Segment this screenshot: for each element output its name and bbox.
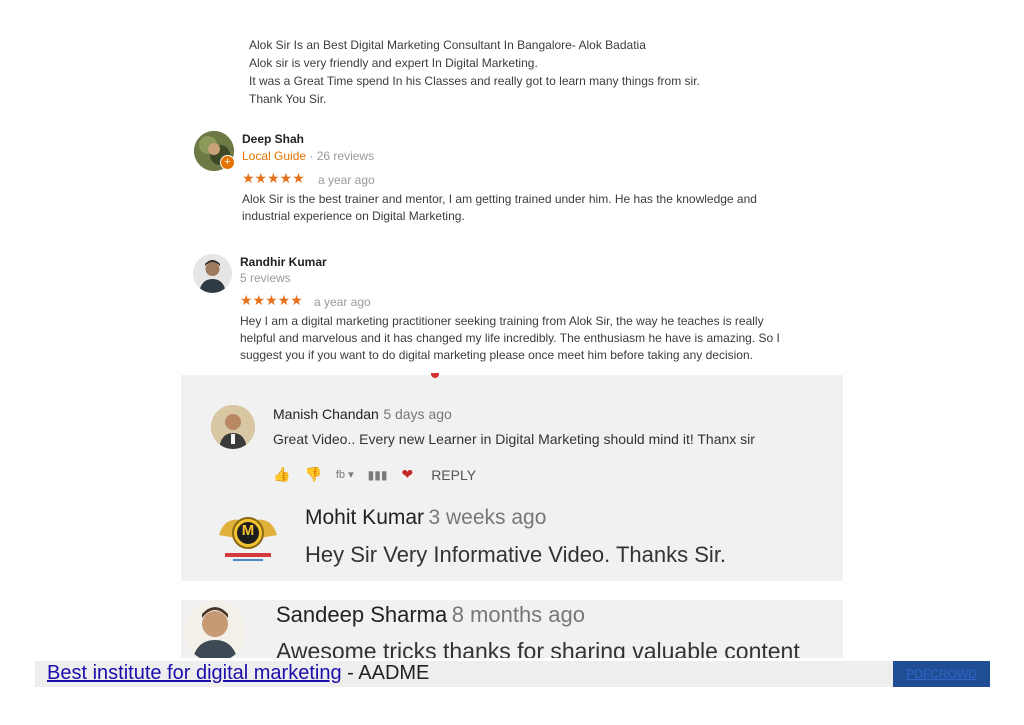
review-line: Hey I am a digital marketing practitione… <box>240 314 764 328</box>
review-line: It was a Great Time spend In his Classes… <box>249 74 700 88</box>
comment-time[interactable]: 3 weeks ago <box>429 506 547 529</box>
star-rating: ★★★★★ <box>242 170 305 186</box>
pdfcrowd-badge[interactable]: PDFCROWD <box>893 661 990 687</box>
thumbs-down-icon[interactable]: 👎 <box>304 466 321 483</box>
reviewer-name[interactable]: Randhir Kumar <box>240 255 327 269</box>
review-line: industrial experience on Digital Marketi… <box>242 209 465 223</box>
avatar-photo <box>184 600 246 658</box>
commenter-name[interactable]: Mohit Kumar <box>305 506 424 529</box>
youtube-comment-card: Sandeep Sharma 8 months ago Awesome tric… <box>181 600 843 658</box>
heart-fragment-icon <box>431 373 439 378</box>
avatar[interactable] <box>184 600 246 658</box>
thumbs-up-icon[interactable]: 👍 <box>273 466 290 483</box>
review-line: Alok Sir Is an Best Digital Marketing Co… <box>249 38 646 52</box>
footer-bar: Best institute for digital marketing - A… <box>35 661 990 687</box>
avatar[interactable]: M <box>215 505 281 565</box>
comment-actions: 👍 👎 fb ▾ ▮▮▮ ❤ REPLY <box>273 466 476 483</box>
review-line: helpful and marvelous and it has changed… <box>240 331 780 345</box>
local-guide-badge-icon: + <box>220 155 235 170</box>
star-rating: ★★★★★ <box>240 292 303 308</box>
translate-icon[interactable]: fb ▾ <box>336 468 354 481</box>
review-count: 5 reviews <box>240 271 291 285</box>
avatar-photo <box>211 405 255 449</box>
review-line: Alok Sir is the best trainer and mentor,… <box>242 192 757 206</box>
local-guide-label: Local Guide <box>242 149 307 163</box>
review-line: Thank You Sir. <box>249 92 327 106</box>
review-count: · 26 reviews <box>306 149 375 163</box>
footer-link[interactable]: Best institute for digital marketing <box>47 662 342 684</box>
review-time: a year ago <box>314 295 371 309</box>
review-line: suggest you if you want to do digital ma… <box>240 348 753 362</box>
comment-header: Mohit Kumar 3 weeks ago <box>305 506 546 530</box>
review-time: a year ago <box>318 173 375 187</box>
footer-text: Best institute for digital marketing - A… <box>47 662 429 685</box>
comment-time[interactable]: 8 months ago <box>452 602 585 627</box>
youtube-comments-panel: Manish Chandan 5 days ago Great Video.. … <box>181 373 843 581</box>
reply-button[interactable]: REPLY <box>431 467 476 483</box>
review-line: Alok sir is very friendly and expert In … <box>249 56 538 70</box>
avatar[interactable] <box>211 405 255 449</box>
comment-header: Sandeep Sharma 8 months ago <box>276 602 585 628</box>
comment-header: Manish Chandan 5 days ago <box>273 406 452 424</box>
avatar-photo <box>193 254 232 293</box>
reviewer-name[interactable]: Deep Shah <box>242 132 304 146</box>
comment-time[interactable]: 5 days ago <box>383 406 452 422</box>
avatar-letter: M <box>241 522 255 539</box>
commenter-name[interactable]: Manish Chandan <box>273 406 379 422</box>
footer-site-name: - AADME <box>341 662 430 684</box>
comment-text: Hey Sir Very Informative Video. Thanks S… <box>305 542 727 567</box>
creator-heart-icon[interactable]: ❤ <box>401 466 413 483</box>
commenter-name[interactable]: Sandeep Sharma <box>276 602 447 627</box>
comment-text: Awesome tricks thanks for sharing valuab… <box>276 638 800 658</box>
reviewer-meta: Local Guide · 26 reviews <box>242 149 374 163</box>
stats-icon[interactable]: ▮▮▮ <box>368 468 388 482</box>
avatar[interactable] <box>193 254 232 293</box>
comment-text: Great Video.. Every new Learner in Digit… <box>273 431 755 447</box>
